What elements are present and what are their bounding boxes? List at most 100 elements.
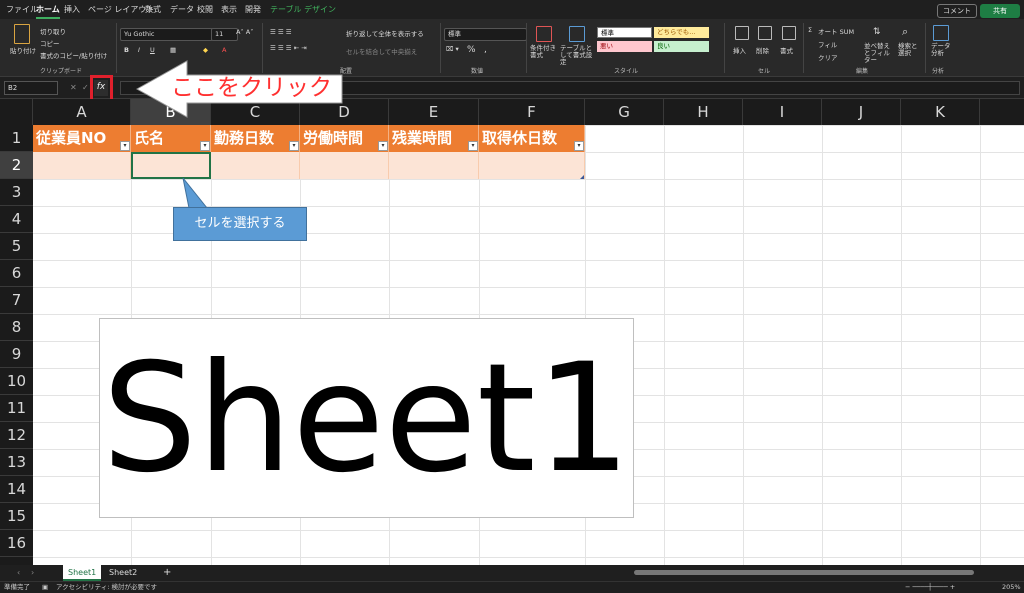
sort-filter-icon[interactable]: ⇅ xyxy=(873,27,881,37)
table-header-work-hours[interactable]: 労働時間 xyxy=(300,125,389,152)
next-sheet-icon[interactable]: › xyxy=(26,565,39,581)
wrap-text-button[interactable]: 折り返して全体を表示する xyxy=(346,28,424,38)
sheet-tab-sheet1[interactable]: Sheet1 xyxy=(63,565,102,581)
merge-center-button[interactable]: セルを結合して中央揃え xyxy=(346,46,417,56)
cut-button[interactable]: 切り取り xyxy=(40,26,66,36)
fill-color-icon[interactable]: ◆ xyxy=(203,46,208,54)
style-neutral[interactable]: どちらでも... xyxy=(654,27,709,38)
tab-developer[interactable]: 開発 xyxy=(245,4,261,15)
currency-icon[interactable]: ⌧ ▾ xyxy=(446,45,459,53)
column-header-j[interactable]: J xyxy=(822,99,901,125)
row-header[interactable]: 14 xyxy=(0,476,33,503)
enter-icon[interactable]: ✓ xyxy=(82,83,89,92)
row-header[interactable]: 15 xyxy=(0,503,33,530)
comma-button[interactable]: , xyxy=(484,45,487,55)
column-header-e[interactable]: E xyxy=(389,99,479,125)
fill-button[interactable]: フィル xyxy=(818,39,837,49)
column-header-k[interactable]: K xyxy=(901,99,980,125)
row-header[interactable]: 8 xyxy=(0,314,33,341)
tab-home[interactable]: ホーム xyxy=(36,4,60,19)
tab-table-design[interactable]: テーブル デザイン xyxy=(270,4,336,15)
conditional-format-icon[interactable] xyxy=(536,26,552,42)
format-cells-button[interactable]: 書式 xyxy=(780,45,793,55)
format-painter-button[interactable]: 書式のコピー/貼り付け xyxy=(40,50,107,60)
grow-font-icon[interactable]: A˄ A˅ xyxy=(236,28,253,36)
zoom-slider[interactable]: − ────┼──── + xyxy=(905,582,955,593)
tab-formulas[interactable]: 数式 xyxy=(145,4,161,15)
macro-icon[interactable]: ▣ xyxy=(42,582,48,593)
name-box[interactable]: B2 xyxy=(4,81,58,95)
tab-insert[interactable]: 挿入 xyxy=(64,4,80,15)
filter-dropdown-icon[interactable]: ▾ xyxy=(378,141,388,151)
column-header-i[interactable]: I xyxy=(743,99,822,125)
tab-file[interactable]: ファイル xyxy=(6,4,38,15)
row-header[interactable]: 13 xyxy=(0,449,33,476)
find-select-button[interactable]: 検索と選択 xyxy=(898,43,920,57)
style-bad[interactable]: 悪い xyxy=(597,41,652,52)
insert-cells-icon[interactable] xyxy=(735,26,749,40)
clear-button[interactable]: クリア xyxy=(818,52,838,62)
autosum-icon[interactable]: Σ xyxy=(808,26,812,34)
autosum-button[interactable]: オート SUM xyxy=(818,26,854,36)
filter-dropdown-icon[interactable]: ▾ xyxy=(200,141,210,151)
table-header-name[interactable]: 氏名 xyxy=(131,125,211,152)
cancel-icon[interactable]: ✕ xyxy=(70,83,77,92)
bold-button[interactable]: B xyxy=(124,46,129,54)
filter-dropdown-icon[interactable]: ▾ xyxy=(468,141,478,151)
column-header-h[interactable]: H xyxy=(664,99,743,125)
data-analysis-button[interactable]: データ分析 xyxy=(931,43,951,57)
tab-data[interactable]: データ xyxy=(170,4,194,15)
font-size-select[interactable]: 11 xyxy=(211,28,238,41)
table-cell-f2[interactable] xyxy=(479,152,585,179)
row-header[interactable]: 2 xyxy=(0,152,33,179)
number-format-select[interactable]: 標準 xyxy=(444,28,527,41)
style-normal[interactable]: 標準 xyxy=(597,27,652,38)
sort-filter-button[interactable]: 並べ替えとフィルター xyxy=(864,43,894,64)
table-resize-handle[interactable] xyxy=(580,175,584,179)
font-name-select[interactable]: Yu Gothic xyxy=(120,28,213,41)
select-all-corner[interactable] xyxy=(0,99,33,125)
row-header[interactable]: 10 xyxy=(0,368,33,395)
align-top-icon[interactable]: ☰ ☰ ☰ xyxy=(270,28,292,36)
row-header[interactable]: 11 xyxy=(0,395,33,422)
row-header[interactable]: 3 xyxy=(0,179,33,206)
format-as-table-icon[interactable] xyxy=(569,26,585,42)
horizontal-scrollbar[interactable] xyxy=(634,570,974,575)
sheet-tab-sheet2[interactable]: Sheet2 xyxy=(104,565,142,581)
align-left-icon[interactable]: ☰ ☰ ☰ ⇤ ⇥ xyxy=(270,44,307,52)
zoom-level[interactable]: 205% xyxy=(1002,582,1021,593)
percent-button[interactable]: % xyxy=(467,45,476,55)
row-header[interactable]: 9 xyxy=(0,341,33,368)
tab-view[interactable]: 表示 xyxy=(221,4,237,15)
table-header-work-days[interactable]: 勤務日数 xyxy=(211,125,300,152)
filter-dropdown-icon[interactable]: ▾ xyxy=(574,141,584,151)
tab-review[interactable]: 校閲 xyxy=(197,4,213,15)
row-header[interactable]: 6 xyxy=(0,260,33,287)
column-header-a[interactable]: A xyxy=(33,99,131,125)
table-header-overtime[interactable]: 残業時間 xyxy=(389,125,479,152)
column-header-g[interactable]: G xyxy=(585,99,664,125)
copy-button[interactable]: コピー xyxy=(40,38,60,48)
find-select-icon[interactable]: ⌕ xyxy=(902,25,908,39)
row-header[interactable]: 5 xyxy=(0,233,33,260)
row-header[interactable]: 4 xyxy=(0,206,33,233)
table-cell-d2[interactable] xyxy=(300,152,389,179)
row-header[interactable]: 12 xyxy=(0,422,33,449)
delete-cells-icon[interactable] xyxy=(758,26,772,40)
row-header[interactable]: 16 xyxy=(0,530,33,557)
filter-dropdown-icon[interactable]: ▾ xyxy=(120,141,130,151)
table-cell-c2[interactable] xyxy=(211,152,300,179)
selected-cell-b2[interactable] xyxy=(131,152,211,179)
table-header-employee-no[interactable]: 従業員NO xyxy=(33,125,131,152)
comment-button[interactable]: コメント xyxy=(937,4,977,18)
font-color-icon[interactable]: A xyxy=(222,46,226,54)
conditional-format-button[interactable]: 条件付き書式 xyxy=(530,45,558,59)
column-header-f[interactable]: F xyxy=(479,99,585,125)
add-sheet-button[interactable]: + xyxy=(158,565,176,581)
row-header[interactable]: 1 xyxy=(0,125,33,152)
share-button[interactable]: 共有 xyxy=(980,4,1020,18)
row-header[interactable]: 7 xyxy=(0,287,33,314)
paste-icon[interactable] xyxy=(14,24,30,44)
delete-cells-button[interactable]: 削除 xyxy=(756,45,769,55)
format-as-table-button[interactable]: テーブルとして書式設定 xyxy=(560,45,596,66)
